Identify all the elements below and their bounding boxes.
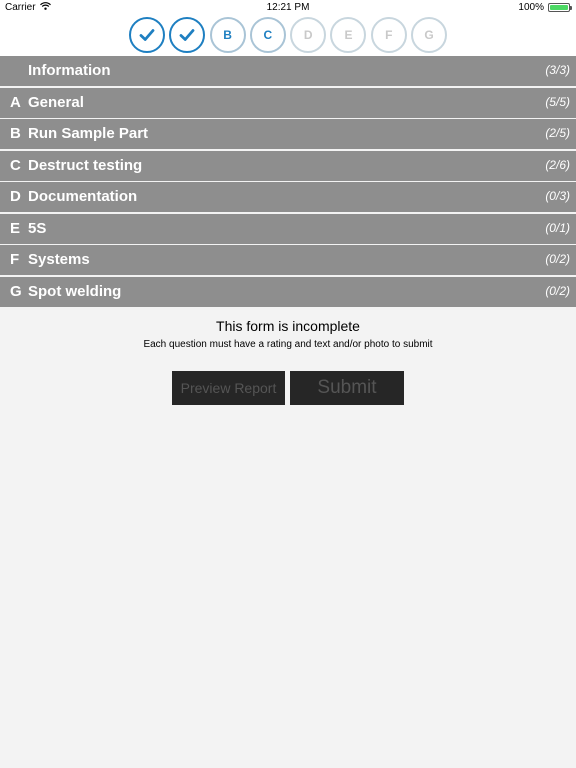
section-row-spot-welding[interactable]: G Spot welding (0/2) (0, 276, 576, 307)
incomplete-title: This form is incomplete (216, 318, 360, 334)
progress-header: B C D E F G (0, 16, 576, 56)
checkmark-icon (139, 29, 155, 41)
step-e[interactable]: E (330, 17, 367, 53)
section-row-systems[interactable]: F Systems (0/2) (0, 245, 576, 275)
section-title: 5S (28, 219, 47, 237)
section-letter: F (10, 251, 20, 268)
step-label: F (385, 28, 393, 42)
step-g[interactable]: G (411, 17, 448, 53)
section-row-5s[interactable]: E 5S (0/1) (0, 213, 576, 244)
battery-icon (548, 3, 572, 12)
step-f[interactable]: F (370, 17, 407, 53)
section-progress-count: (2/6) (545, 157, 570, 172)
section-row-information[interactable]: Information (3/3) (0, 56, 576, 86)
section-letter: D (10, 188, 21, 205)
section-progress-count: (0/3) (545, 189, 570, 203)
step-done-1[interactable] (129, 17, 165, 53)
clock: 12:21 PM (266, 2, 310, 13)
incomplete-subtitle: Each question must have a rating and tex… (143, 339, 433, 350)
section-progress-count: (5/5) (545, 94, 570, 109)
section-row-documentation[interactable]: D Documentation (0/3) (0, 182, 576, 212)
section-letter: B (10, 125, 21, 142)
section-list: Information (3/3) A General (5/5) B Run Sample… (0, 56, 576, 308)
step-c[interactable]: C (249, 17, 286, 53)
section-title: Information (28, 62, 111, 79)
step-b[interactable]: B (209, 17, 246, 53)
step-label: B (223, 28, 232, 42)
section-title: Run Sample Part (28, 125, 149, 142)
section-title: General (28, 93, 84, 111)
battery-group: 100% (518, 2, 572, 13)
section-letter: C (10, 156, 21, 174)
step-label: D (303, 28, 313, 42)
section-progress-count: (0/2) (545, 252, 570, 266)
battery-percent: 100% (518, 2, 544, 13)
status-bar: Carrier 12:21 PM 100% (0, 0, 576, 16)
step-label: G (424, 28, 434, 42)
section-letter: E (10, 219, 21, 237)
section-progress-count: (0/2) (545, 283, 570, 298)
section-progress-count: (3/3) (545, 63, 570, 77)
section-row-general[interactable]: A General (5/5) (0, 87, 576, 118)
preview-report-button[interactable]: Preview Report (172, 371, 285, 405)
section-title: Spot welding (28, 282, 122, 300)
step-d[interactable]: D (290, 17, 327, 53)
section-title: Systems (28, 251, 90, 268)
section-title: Destruct testing (28, 156, 143, 174)
section-letter: A (10, 93, 21, 111)
section-letter: G (10, 282, 22, 300)
section-row-destruct-testing[interactable]: C Destruct testing (2/6) (0, 150, 576, 181)
checkmark-icon (179, 29, 195, 41)
step-label: C (263, 28, 273, 42)
section-row-run-sample-part[interactable]: B Run Sample Part (2/5) (0, 119, 576, 149)
section-progress-count: (2/5) (545, 126, 570, 140)
step-label: E (344, 28, 353, 42)
section-progress-count: (0/1) (545, 220, 570, 235)
submit-button[interactable]: Submit (290, 371, 404, 405)
step-indicator: B C D E F G (129, 17, 451, 53)
section-title: Documentation (28, 188, 138, 205)
step-done-2[interactable] (169, 17, 206, 53)
